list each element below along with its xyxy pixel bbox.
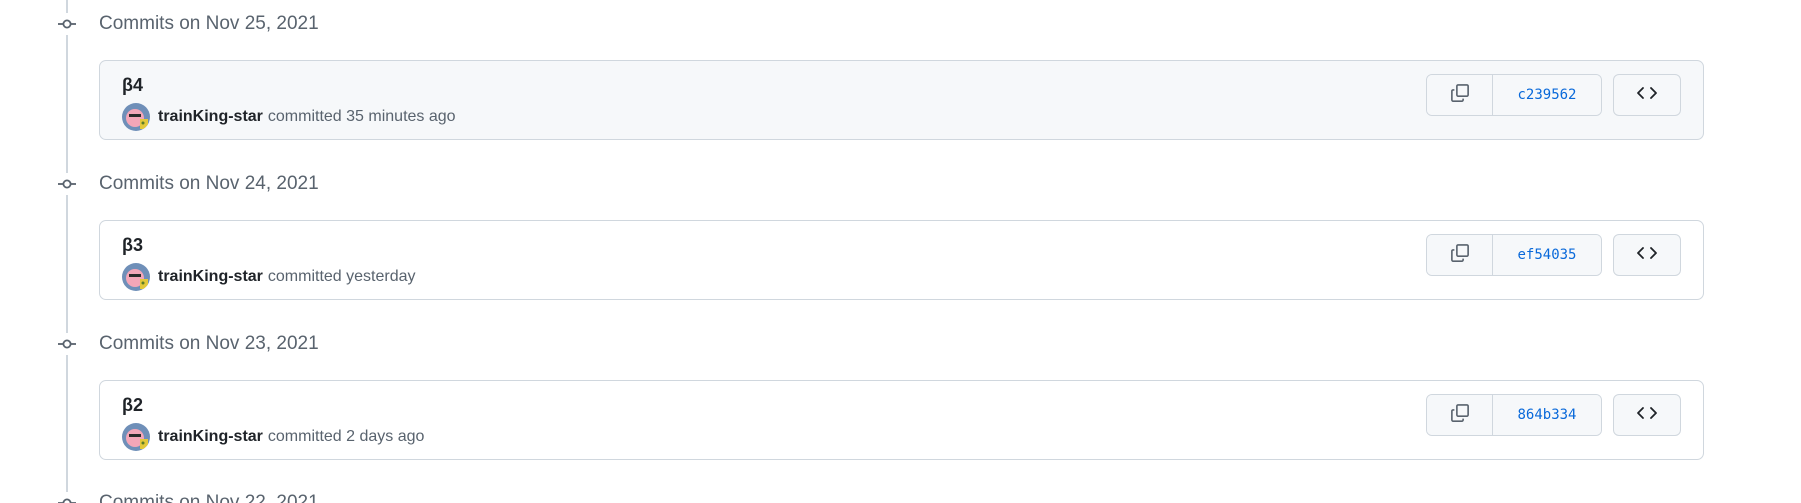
copy-sha-button[interactable] <box>1427 235 1493 275</box>
avatar[interactable] <box>122 263 150 291</box>
git-commit-icon <box>56 173 78 195</box>
sha-button-group: 864b334 <box>1426 394 1602 436</box>
copy-icon <box>1450 83 1470 108</box>
commit-meta: trainKing-star committed 2 days ago <box>122 423 424 451</box>
commit-sha-link[interactable]: 864b334 <box>1493 395 1601 435</box>
commit-timeline: Commits on Nov 25, 2021 β4 trainKing-sta… <box>0 0 1801 503</box>
copy-icon <box>1450 243 1470 268</box>
browse-repo-button[interactable] <box>1613 394 1681 436</box>
sha-button-group: ef54035 <box>1426 234 1602 276</box>
copy-icon <box>1450 403 1470 428</box>
browse-repo-button[interactable] <box>1613 74 1681 116</box>
commit-time: yesterday <box>346 268 416 285</box>
git-commit-icon <box>56 492 78 503</box>
sha-button-group: c239562 <box>1426 74 1602 116</box>
commit-card: β3 trainKing-star committed yesterday ef… <box>99 220 1704 300</box>
commit-actions: c239562 <box>1426 74 1681 116</box>
commit-group-header: Commits on Nov 23, 2021 <box>56 329 319 359</box>
commit-meta: trainKing-star committed yesterday <box>122 263 416 291</box>
commit-group-date: Commits on Nov 25, 2021 <box>99 13 319 34</box>
commit-group-header: Commits on Nov 22, 2021 <box>56 488 319 503</box>
commit-card: β4 trainKing-star committed 35 minutes a… <box>99 60 1704 140</box>
git-commit-icon <box>56 333 78 355</box>
copy-sha-button[interactable] <box>1427 75 1493 115</box>
commit-group-date: Commits on Nov 22, 2021 <box>99 492 319 503</box>
git-commit-icon <box>56 13 78 35</box>
commit-group-date: Commits on Nov 24, 2021 <box>99 173 319 194</box>
commit-time: 2 days ago <box>346 428 425 445</box>
commit-author-link[interactable]: trainKing-star <box>158 428 263 446</box>
avatar[interactable] <box>122 423 150 451</box>
commit-title-link[interactable]: β2 <box>122 395 143 416</box>
commit-group-header: Commits on Nov 25, 2021 <box>56 9 319 39</box>
commit-sha-link[interactable]: c239562 <box>1493 75 1601 115</box>
code-icon <box>1636 244 1658 267</box>
commit-actions: 864b334 <box>1426 394 1681 436</box>
code-icon <box>1636 84 1658 107</box>
commit-action: committed <box>267 428 342 445</box>
avatar[interactable] <box>122 103 150 131</box>
commit-group-header: Commits on Nov 24, 2021 <box>56 169 319 199</box>
commit-time: 35 minutes ago <box>346 108 456 125</box>
browse-repo-button[interactable] <box>1613 234 1681 276</box>
commit-title-link[interactable]: β4 <box>122 75 143 96</box>
commit-author-link[interactable]: trainKing-star <box>158 108 263 126</box>
commit-action: committed <box>267 268 342 285</box>
timeline-line <box>66 0 68 503</box>
commit-group-date: Commits on Nov 23, 2021 <box>99 333 319 354</box>
commit-action: committed <box>267 108 342 125</box>
commit-actions: ef54035 <box>1426 234 1681 276</box>
commit-card: β2 trainKing-star committed 2 days ago 8… <box>99 380 1704 460</box>
code-icon <box>1636 404 1658 427</box>
commit-sha-link[interactable]: ef54035 <box>1493 235 1601 275</box>
commit-title-link[interactable]: β3 <box>122 235 143 256</box>
commit-author-link[interactable]: trainKing-star <box>158 268 263 286</box>
copy-sha-button[interactable] <box>1427 395 1493 435</box>
commit-meta: trainKing-star committed 35 minutes ago <box>122 103 456 131</box>
